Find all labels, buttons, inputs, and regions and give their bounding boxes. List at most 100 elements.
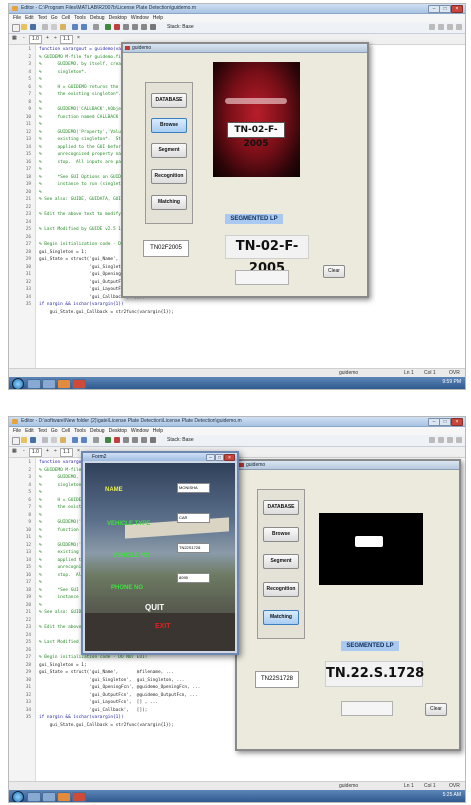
cut-icon[interactable] — [42, 24, 48, 30]
maximize-icon[interactable]: □ — [439, 5, 451, 13]
save-icon[interactable] — [30, 24, 36, 30]
cell-value-2[interactable]: 1.1 — [60, 448, 73, 457]
cell-value-1[interactable]: 1.0 — [29, 35, 42, 44]
recognition-button[interactable]: Recognition — [151, 169, 187, 184]
step-in-icon[interactable] — [132, 24, 138, 30]
layout-icon[interactable] — [429, 437, 435, 443]
vehicle-type-field[interactable]: CAR — [177, 513, 210, 523]
layout-icon[interactable] — [456, 437, 462, 443]
menu-desktop[interactable]: Desktop — [109, 15, 127, 21]
start-button[interactable] — [12, 791, 24, 802]
menu-go[interactable]: Go — [51, 428, 58, 434]
cell-divide[interactable]: ÷ — [54, 448, 57, 455]
cell-icon[interactable]: ▦ — [12, 35, 17, 42]
app-taskbar-icon[interactable] — [72, 792, 86, 802]
clear-button[interactable]: Clear — [425, 703, 447, 716]
layout-icon[interactable] — [429, 24, 435, 30]
cell-minus[interactable]: - — [23, 448, 25, 455]
menu-edit[interactable]: Edit — [25, 428, 34, 434]
breakpoint-icon[interactable] — [114, 437, 120, 443]
clock[interactable]: 5:25 AM — [443, 792, 461, 798]
stop-debug-icon[interactable] — [150, 24, 156, 30]
menu-desktop[interactable]: Desktop — [109, 428, 127, 434]
cell-icon[interactable]: ▦ — [12, 448, 17, 455]
open-folder-icon[interactable] — [21, 24, 27, 30]
close-icon[interactable]: × — [451, 5, 463, 13]
print-icon[interactable] — [93, 24, 99, 30]
layout-icon[interactable] — [447, 437, 453, 443]
new-file-icon[interactable] — [12, 437, 20, 445]
matlab-taskbar-icon[interactable] — [57, 379, 71, 389]
undo-icon[interactable] — [72, 437, 78, 443]
media-icon[interactable] — [42, 379, 56, 389]
cell-minus[interactable]: - — [23, 35, 25, 42]
phone-no-field[interactable]: 8095 — [177, 573, 210, 583]
redo-icon[interactable] — [81, 24, 87, 30]
run-icon[interactable] — [105, 437, 111, 443]
cell-times[interactable]: × — [77, 35, 80, 42]
step-out-icon[interactable] — [141, 24, 147, 30]
database-button[interactable]: DATABASE — [151, 93, 187, 108]
menu-help[interactable]: Help — [153, 428, 163, 434]
name-field[interactable]: MONISHA — [177, 483, 210, 493]
print-icon[interactable] — [93, 437, 99, 443]
vehicle-no-field[interactable]: TN22S1728 — [177, 543, 210, 553]
save-icon[interactable] — [30, 437, 36, 443]
paste-icon[interactable] — [60, 24, 66, 30]
cell-value-2[interactable]: 1.1 — [60, 35, 73, 44]
recognized-text-box[interactable]: TN22S1728 — [255, 671, 299, 688]
clear-button[interactable]: Clear — [323, 265, 345, 278]
stack-label[interactable]: Stack: Base — [167, 437, 194, 443]
matching-button[interactable]: Matching — [151, 195, 187, 210]
redo-icon[interactable] — [81, 437, 87, 443]
close-icon[interactable]: × — [224, 454, 235, 461]
database-button[interactable]: DATABASE — [263, 500, 299, 515]
menu-help[interactable]: Help — [153, 15, 163, 21]
exit-button[interactable]: EXIT — [155, 623, 171, 630]
minimize-icon[interactable]: – — [206, 454, 215, 461]
recognized-text-box[interactable]: TN02F2005 — [143, 240, 189, 257]
cell-plus[interactable]: + — [46, 35, 49, 42]
segment-button[interactable]: Segment — [263, 554, 299, 569]
run-icon[interactable] — [105, 24, 111, 30]
copy-icon[interactable] — [51, 437, 57, 443]
menu-cell[interactable]: Cell — [62, 428, 71, 434]
browse-button[interactable]: Browse — [263, 527, 299, 542]
new-file-icon[interactable] — [12, 24, 20, 32]
step-icon[interactable] — [123, 437, 129, 443]
breakpoint-icon[interactable] — [114, 24, 120, 30]
undo-icon[interactable] — [72, 24, 78, 30]
maximize-icon[interactable]: □ — [215, 454, 224, 461]
menu-text[interactable]: Text — [38, 428, 47, 434]
step-icon[interactable] — [123, 24, 129, 30]
maximize-icon[interactable]: □ — [439, 418, 451, 426]
explorer-icon[interactable] — [27, 792, 41, 802]
cell-plus[interactable]: + — [46, 448, 49, 455]
stack-label[interactable]: Stack: Base — [167, 24, 194, 30]
cell-value-1[interactable]: 1.0 — [29, 448, 42, 457]
menu-debug[interactable]: Debug — [90, 428, 105, 434]
paste-icon[interactable] — [60, 437, 66, 443]
step-out-icon[interactable] — [141, 437, 147, 443]
explorer-icon[interactable] — [27, 379, 41, 389]
menu-file[interactable]: File — [13, 428, 21, 434]
menu-cell[interactable]: Cell — [62, 15, 71, 21]
layout-icon[interactable] — [438, 24, 444, 30]
menu-go[interactable]: Go — [51, 15, 58, 21]
menu-edit[interactable]: Edit — [25, 15, 34, 21]
layout-icon[interactable] — [438, 437, 444, 443]
app-taskbar-icon[interactable] — [72, 379, 86, 389]
recognition-button[interactable]: Recognition — [263, 582, 299, 597]
matlab-taskbar-icon[interactable] — [57, 792, 71, 802]
open-folder-icon[interactable] — [21, 437, 27, 443]
cut-icon[interactable] — [42, 437, 48, 443]
menu-debug[interactable]: Debug — [90, 15, 105, 21]
stop-debug-icon[interactable] — [150, 437, 156, 443]
segment-button[interactable]: Segment — [151, 143, 187, 158]
menu-tools[interactable]: Tools — [74, 428, 86, 434]
browse-button[interactable]: Browse — [151, 118, 187, 133]
cell-times[interactable]: × — [77, 448, 80, 455]
close-icon[interactable]: × — [451, 418, 463, 426]
quit-button[interactable]: QUIT — [145, 603, 164, 612]
menu-file[interactable]: File — [13, 15, 21, 21]
